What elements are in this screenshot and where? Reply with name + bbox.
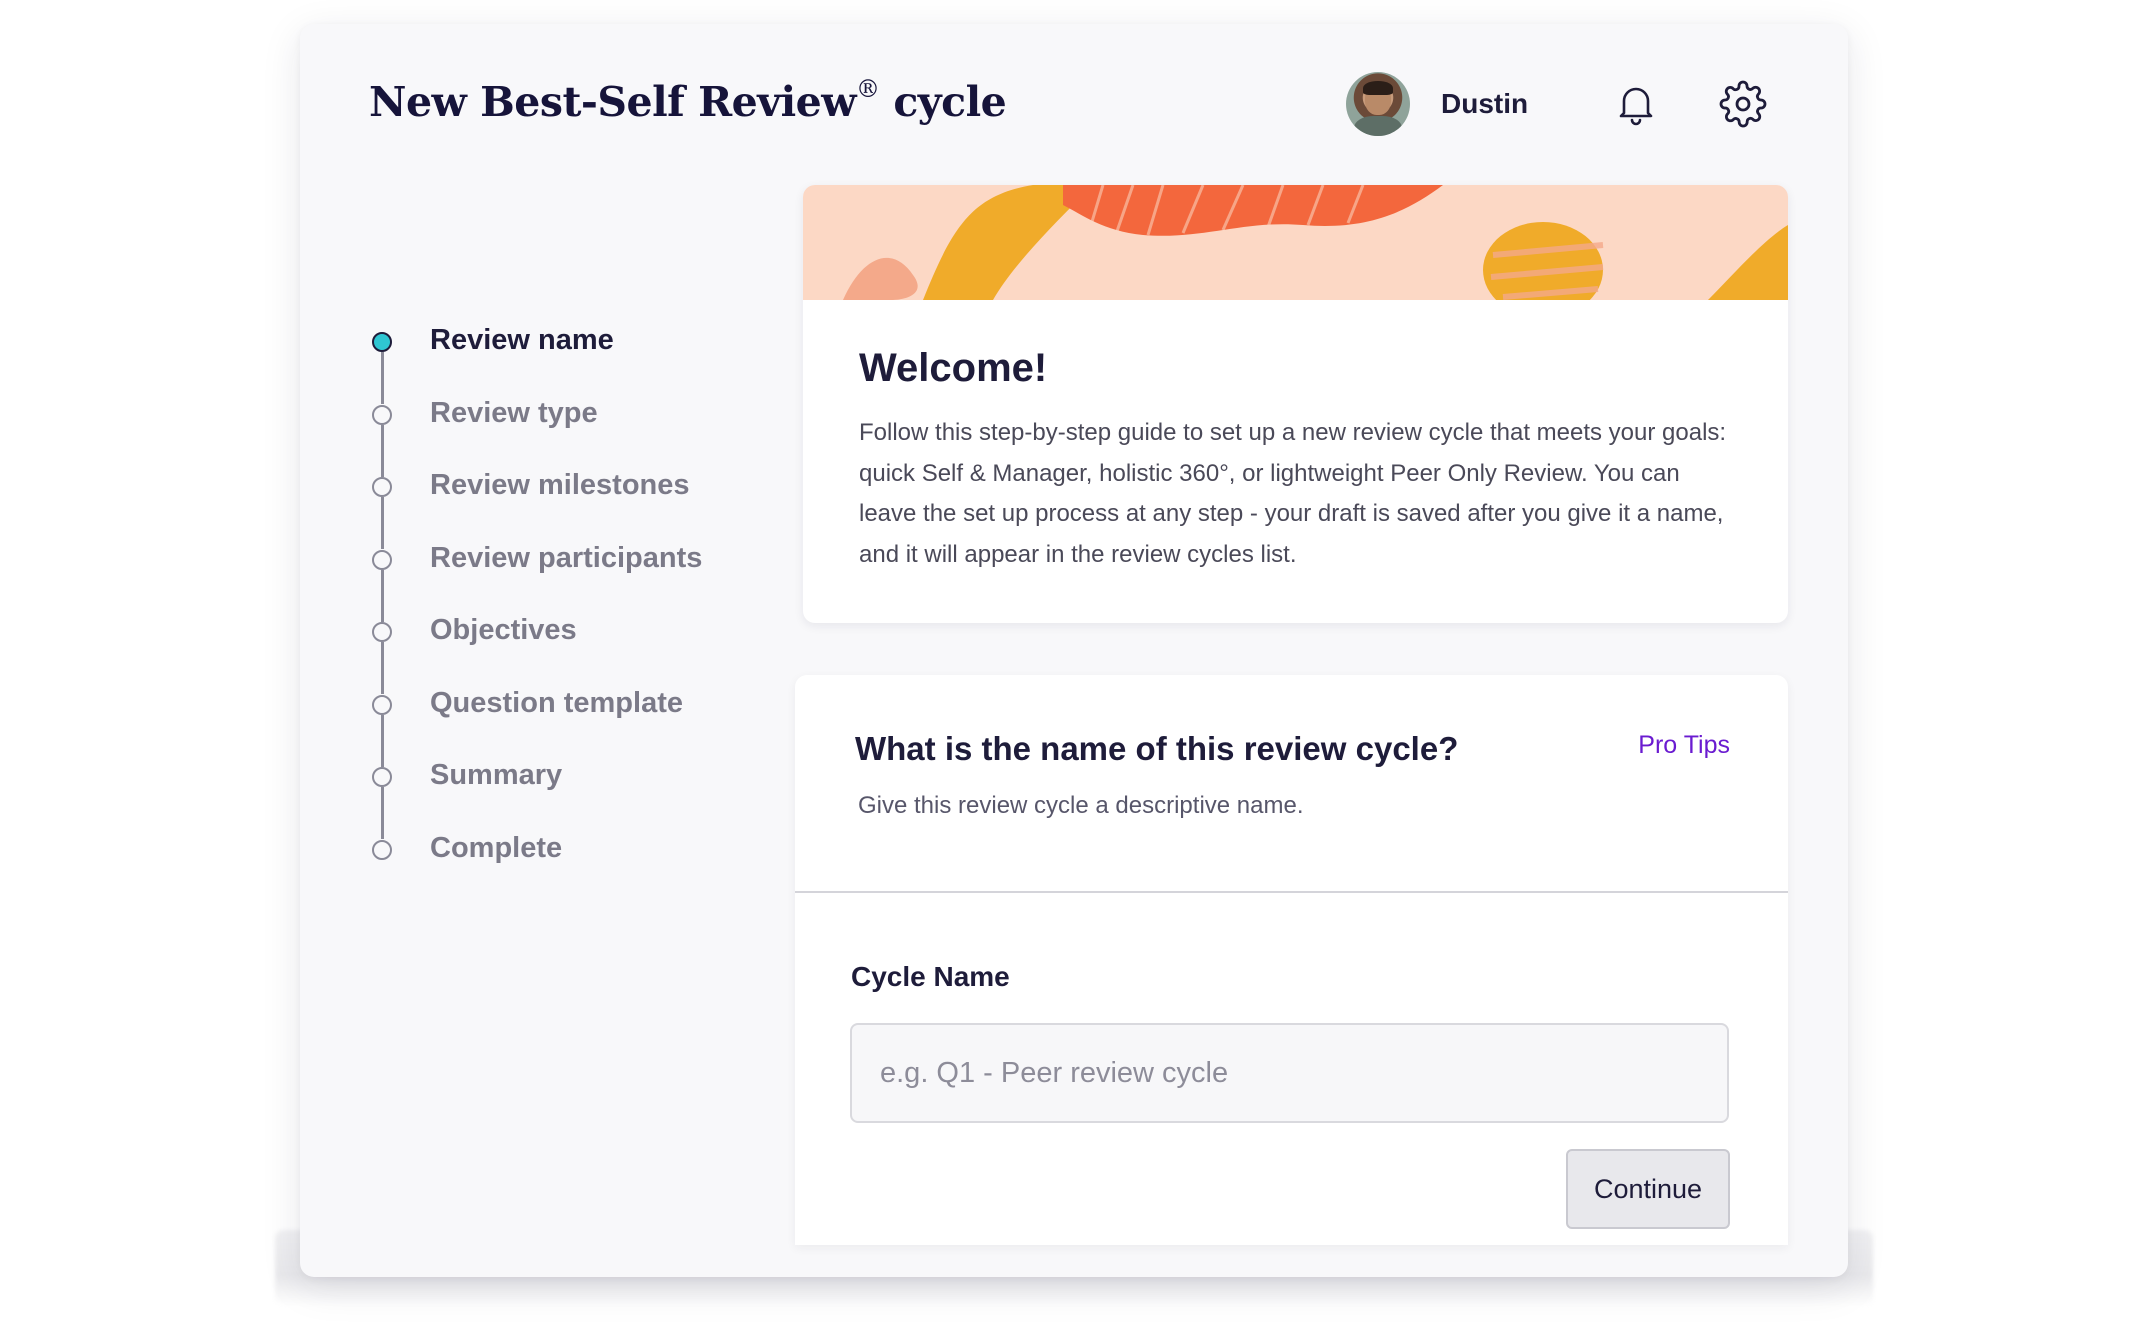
- step-connector: [381, 569, 384, 622]
- continue-button[interactable]: Continue: [1566, 1149, 1730, 1229]
- step-question-template[interactable]: Question template: [370, 687, 750, 767]
- question-heading: What is the name of this review cycle?: [855, 730, 1459, 767]
- step-review-milestones[interactable]: Review milestones: [370, 469, 750, 549]
- step-review-type[interactable]: Review type: [370, 397, 750, 477]
- step-connector: [381, 787, 384, 839]
- step-label[interactable]: Review name: [430, 324, 614, 357]
- step-indicator: [372, 622, 392, 642]
- step-label[interactable]: Review milestones: [430, 469, 690, 502]
- step-connector: [381, 352, 384, 404]
- decorative-banner: [803, 185, 1788, 300]
- step-objectives[interactable]: Objectives: [370, 614, 750, 694]
- step-connector: [381, 714, 384, 767]
- divider: [795, 891, 1788, 893]
- registered-mark: ®: [856, 75, 880, 104]
- avatar[interactable]: [1346, 72, 1410, 136]
- cycle-name-input[interactable]: [850, 1023, 1729, 1123]
- step-indicator: [372, 694, 392, 715]
- progress-stepper: Review name Review type Review milestone…: [370, 324, 750, 904]
- pro-tips-link[interactable]: Pro Tips: [1638, 731, 1730, 760]
- bell-icon[interactable]: [1610, 78, 1662, 130]
- step-indicator: [372, 839, 392, 860]
- step-indicator: [372, 767, 392, 787]
- review-name-form: What is the name of this review cycle? P…: [795, 675, 1788, 1245]
- step-summary[interactable]: Summary: [370, 759, 750, 839]
- step-label[interactable]: Question template: [430, 687, 683, 720]
- user-menu[interactable]: Dustin: [1346, 72, 1528, 136]
- welcome-description: Follow this step-by-step guide to set up…: [859, 419, 1727, 568]
- step-indicator: [372, 477, 392, 497]
- step-review-name[interactable]: Review name: [370, 324, 750, 404]
- cycle-name-label: Cycle Name: [851, 961, 1010, 992]
- user-name[interactable]: Dustin: [1441, 88, 1528, 120]
- step-connector: [381, 424, 384, 477]
- welcome-title: Welcome!: [859, 346, 1048, 390]
- step-indicator: [372, 404, 392, 425]
- step-label[interactable]: Review type: [430, 397, 598, 430]
- app-window: New Best-Self Review® cycle Dustin Revie…: [300, 24, 1848, 1277]
- page-title: New Best-Self Review® cycle: [369, 75, 1007, 126]
- step-label[interactable]: Summary: [430, 759, 562, 792]
- step-connector: [381, 497, 384, 549]
- step-label[interactable]: Complete: [430, 832, 562, 865]
- step-label[interactable]: Objectives: [430, 614, 577, 647]
- gear-icon[interactable]: [1717, 78, 1769, 130]
- step-connector: [381, 642, 384, 694]
- question-subtitle: Give this review cycle a descriptive nam…: [858, 792, 1304, 819]
- step-label[interactable]: Review participants: [430, 542, 702, 575]
- step-indicator-active: [372, 332, 392, 352]
- welcome-card: Welcome! Follow this step-by-step guide …: [803, 185, 1788, 623]
- step-complete[interactable]: Complete: [370, 832, 750, 905]
- step-indicator: [372, 549, 392, 570]
- step-review-participants[interactable]: Review participants: [370, 542, 750, 622]
